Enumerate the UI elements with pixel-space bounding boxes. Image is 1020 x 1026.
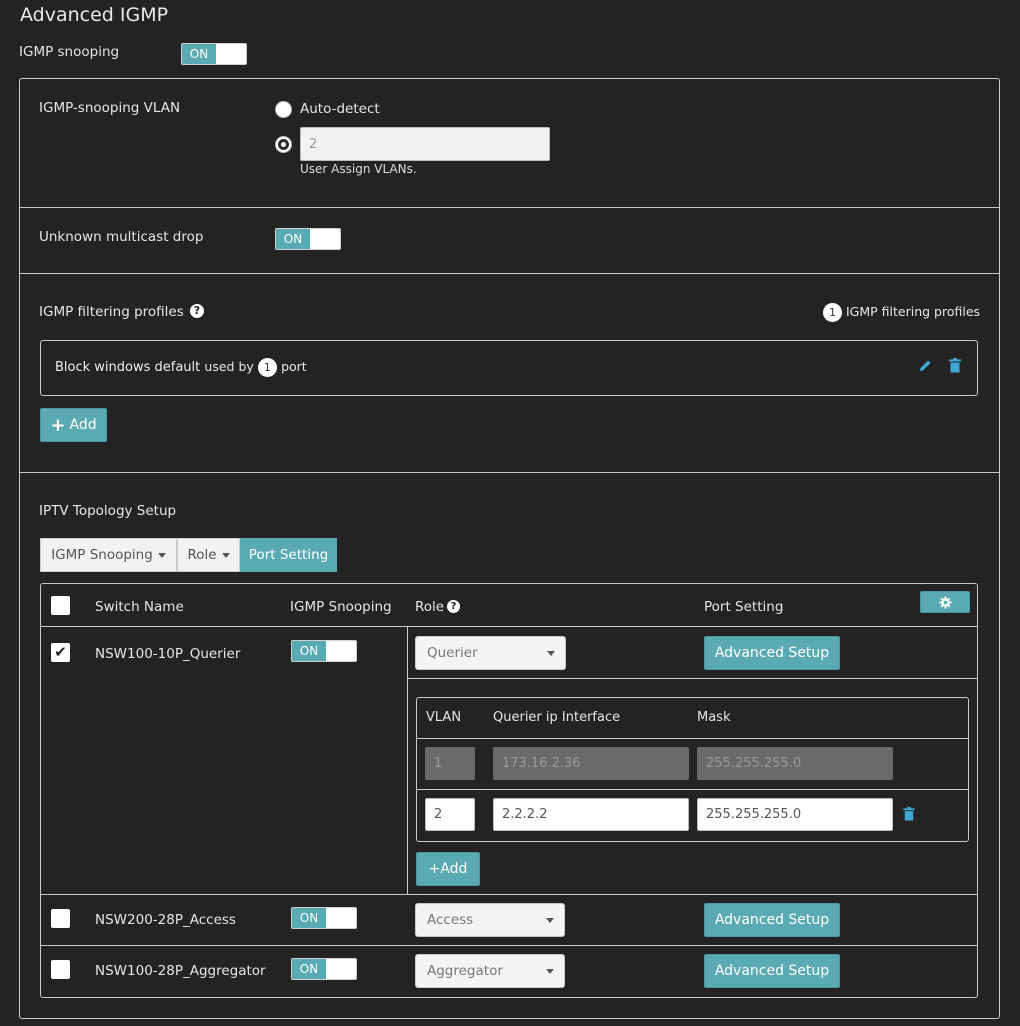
- row-checkbox[interactable]: [51, 909, 70, 928]
- divider: [41, 626, 977, 627]
- switch-name: NSW200-28P_Access: [95, 912, 236, 928]
- filtering-profiles-label: IGMP filtering profiles: [39, 304, 184, 320]
- switch-name: NSW100-28P_Aggregator: [95, 963, 266, 979]
- row-snooping-toggle[interactable]: ON: [291, 958, 357, 980]
- segment-label: Role: [187, 547, 217, 563]
- divider: [20, 273, 999, 274]
- profile-row: Block windows default used by 1 port: [55, 358, 307, 377]
- role-select[interactable]: Querier: [415, 636, 566, 670]
- add-querier-button[interactable]: +Add: [416, 852, 480, 886]
- profiles-count-badge: 1: [823, 303, 842, 322]
- header-igmp-snooping: IGMP Snooping: [290, 599, 392, 615]
- delete-icon[interactable]: [903, 807, 915, 821]
- divider: [41, 945, 977, 946]
- divider: [417, 789, 968, 790]
- querier-mask-input[interactable]: 255.255.255.0: [697, 798, 893, 831]
- role-select[interactable]: Aggregator: [415, 954, 565, 988]
- segment-label: Port Setting: [248, 547, 329, 563]
- plus-icon: +: [50, 414, 66, 436]
- edit-icon[interactable]: [918, 358, 933, 373]
- querier-mask-input: 255.255.255.0: [697, 747, 893, 780]
- profile-used-by: used by: [204, 359, 254, 374]
- querier-header-mask: Mask: [697, 710, 731, 725]
- role-select-value: Querier: [427, 645, 478, 661]
- divider: [408, 678, 977, 679]
- advanced-setup-button[interactable]: Advanced Setup: [704, 903, 840, 937]
- row-snooping-toggle[interactable]: ON: [291, 640, 357, 662]
- divider: [20, 472, 999, 473]
- chevron-down-icon: [547, 651, 555, 656]
- divider: [407, 627, 408, 894]
- user-assign-radio[interactable]: [275, 136, 292, 153]
- segment-label: IGMP Snooping: [51, 547, 153, 563]
- profile-port-label: port: [281, 359, 307, 374]
- advanced-setup-button[interactable]: Advanced Setup: [704, 954, 840, 988]
- header-switch-name: Switch Name: [95, 599, 184, 615]
- profiles-count: 1 IGMP filtering profiles: [823, 303, 980, 322]
- divider: [41, 894, 977, 895]
- vlan-assign-hint: User Assign VLANs.: [300, 162, 417, 176]
- igmp-snooping-label: IGMP snooping: [19, 44, 120, 60]
- select-all-checkbox[interactable]: [51, 596, 70, 615]
- add-profile-label: Add: [69, 417, 97, 433]
- querier-header-interface: Querier ip Interface: [493, 710, 621, 725]
- switch-name: NSW100-10P_Querier: [95, 646, 241, 662]
- profile-name: Block windows default: [55, 360, 201, 375]
- advanced-setup-label: Advanced Setup: [714, 912, 830, 928]
- toggle-on-label: ON: [292, 908, 326, 928]
- toggle-on-label: ON: [182, 44, 216, 64]
- help-icon[interactable]: ?: [447, 600, 460, 613]
- chevron-down-icon: [546, 969, 554, 974]
- header-port-setting: Port Setting: [704, 599, 784, 615]
- iptv-label: IPTV Topology Setup: [39, 503, 177, 519]
- toggle-on-label: ON: [292, 959, 326, 979]
- advanced-setup-label: Advanced Setup: [714, 645, 830, 661]
- table-settings-button[interactable]: [920, 591, 970, 613]
- segment-port-setting[interactable]: Port Setting: [240, 538, 337, 572]
- igmp-snooping-toggle[interactable]: ON: [181, 43, 247, 65]
- querier-vlan-input[interactable]: 2: [425, 798, 475, 831]
- segment-igmp-snooping[interactable]: IGMP Snooping: [40, 538, 177, 572]
- add-profile-button[interactable]: + Add: [40, 408, 107, 442]
- gear-icon: [938, 595, 952, 609]
- delete-icon[interactable]: [949, 358, 961, 373]
- unknown-multicast-label: Unknown multicast drop: [39, 229, 204, 245]
- auto-detect-radio[interactable]: [275, 101, 292, 118]
- unknown-multicast-toggle[interactable]: ON: [275, 228, 341, 250]
- page-title: Advanced IGMP: [20, 4, 169, 26]
- toggle-on-label: ON: [276, 229, 310, 249]
- advanced-setup-label: Advanced Setup: [714, 963, 830, 979]
- querier-ip-input: 173.16.2.36: [493, 747, 689, 780]
- role-select[interactable]: Access: [415, 903, 565, 937]
- querier-ip-input[interactable]: 2.2.2.2: [493, 798, 689, 831]
- divider: [417, 738, 968, 739]
- role-select-value: Access: [427, 912, 474, 928]
- divider: [20, 207, 999, 208]
- segment-role[interactable]: Role: [177, 538, 240, 572]
- auto-detect-label: Auto-detect: [300, 101, 380, 117]
- row-snooping-toggle[interactable]: ON: [291, 907, 357, 929]
- toggle-on-label: ON: [292, 641, 326, 661]
- querier-vlan-input: 1: [425, 747, 475, 780]
- vlan-label: IGMP-snooping VLAN: [39, 100, 181, 116]
- row-checkbox[interactable]: [51, 960, 70, 979]
- querier-header-vlan: VLAN: [426, 710, 462, 725]
- header-role: Role: [415, 599, 445, 615]
- profiles-count-label: IGMP filtering profiles: [845, 304, 981, 319]
- row-checkbox[interactable]: ✔: [51, 643, 70, 662]
- port-count-badge: 1: [257, 358, 277, 377]
- advanced-setup-button[interactable]: Advanced Setup: [704, 636, 840, 670]
- role-select-value: Aggregator: [427, 963, 503, 979]
- add-querier-label: +Add: [428, 861, 468, 877]
- help-icon[interactable]: ?: [190, 304, 204, 318]
- vlan-assign-input[interactable]: 2: [300, 127, 550, 161]
- chevron-down-icon: [546, 918, 554, 923]
